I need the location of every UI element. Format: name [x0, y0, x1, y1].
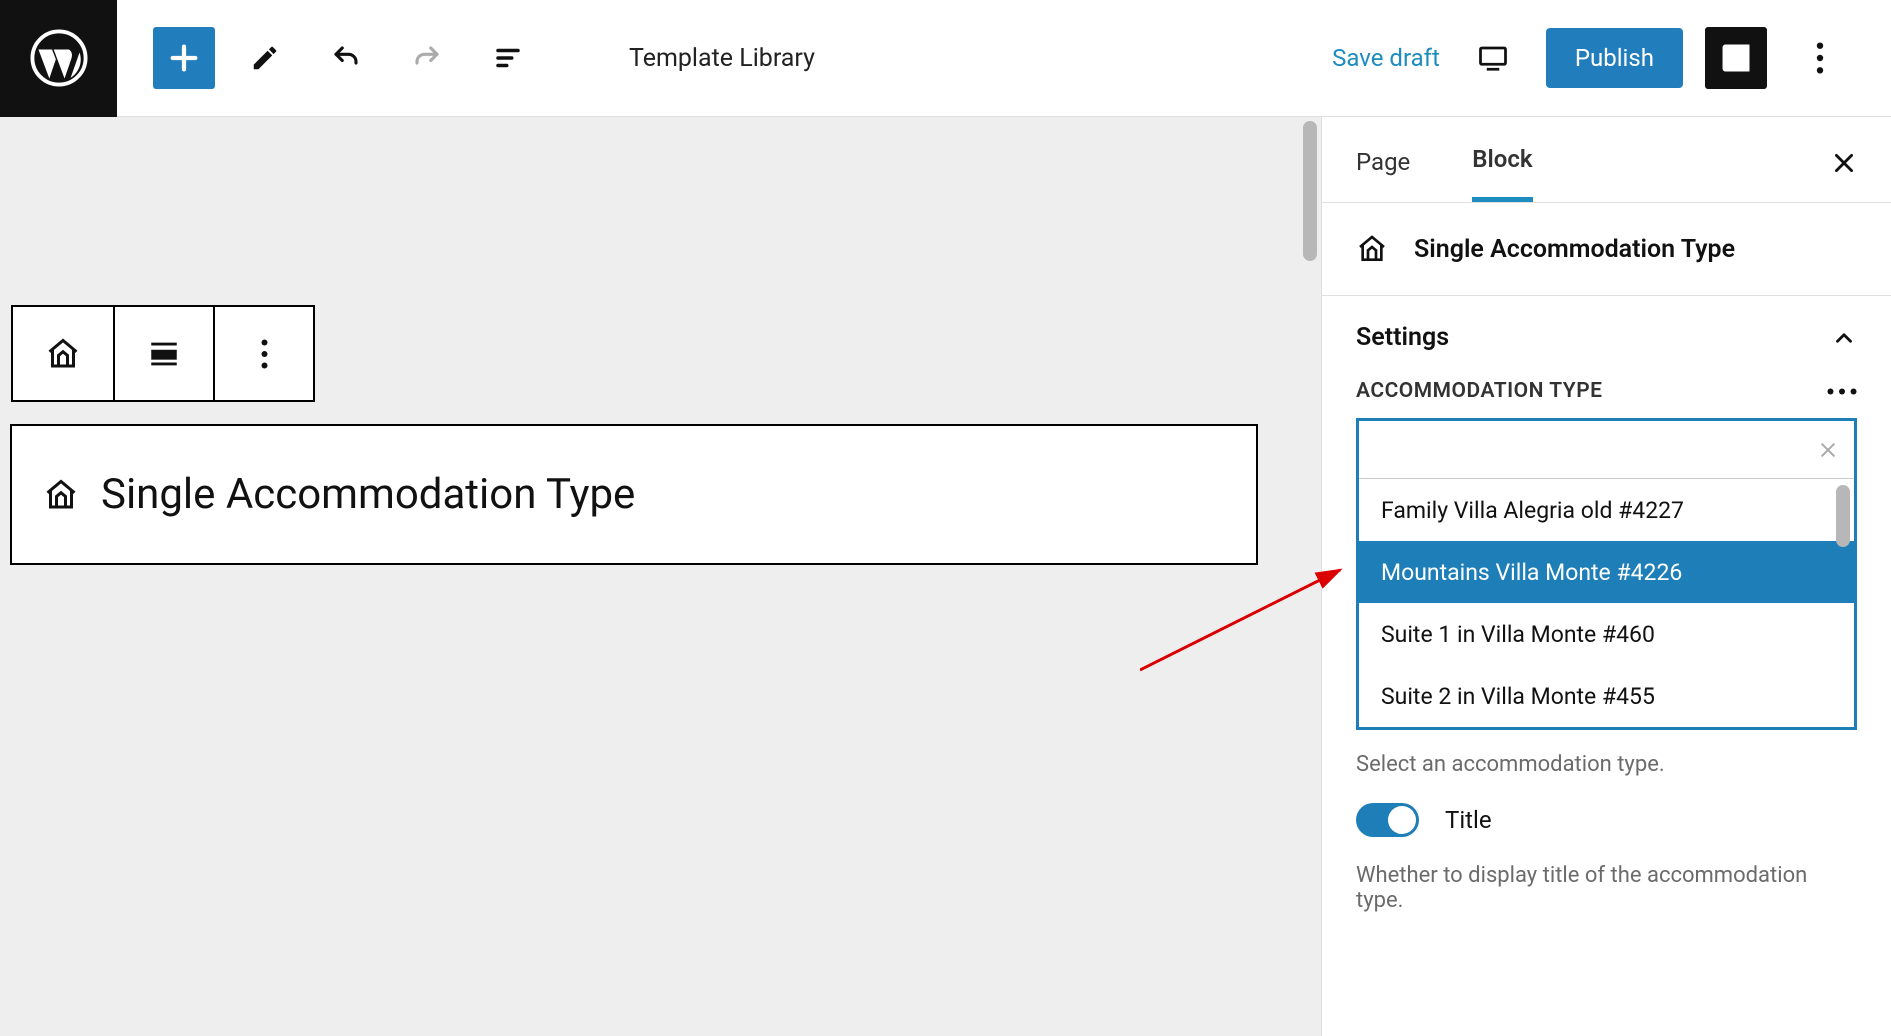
combobox-input-row: [1359, 421, 1854, 479]
block-title: Single Accommodation Type: [101, 470, 635, 519]
template-library-label[interactable]: Template Library: [629, 44, 815, 73]
tab-page[interactable]: Page: [1356, 148, 1410, 200]
accommodation-type-combobox[interactable]: Family Villa Alegria old #4227 Mountains…: [1356, 418, 1857, 730]
title-toggle-label: Title: [1445, 806, 1492, 834]
topbar-left-group: [153, 27, 539, 89]
publish-button[interactable]: Publish: [1546, 28, 1683, 88]
settings-panel-header[interactable]: Settings: [1322, 296, 1891, 379]
tab-block[interactable]: Block: [1472, 145, 1532, 202]
wordpress-logo[interactable]: [0, 0, 117, 117]
combobox-scrollbar[interactable]: [1836, 485, 1850, 547]
sidebar-tabs: Page Block: [1322, 117, 1891, 203]
combobox-help-text: Select an accommodation type.: [1322, 730, 1891, 799]
combobox-option[interactable]: Mountains Villa Monte #4226: [1359, 541, 1854, 603]
accommodation-type-label-row: ACCOMMODATION TYPE: [1322, 379, 1891, 418]
combobox-option[interactable]: Suite 1 in Villa Monte #460: [1359, 603, 1854, 665]
block-identity-title: Single Accommodation Type: [1414, 235, 1735, 264]
preview-button[interactable]: [1462, 27, 1524, 89]
selected-block[interactable]: Single Accommodation Type: [10, 424, 1258, 565]
combobox-clear-button[interactable]: [1818, 440, 1838, 460]
block-align-button[interactable]: [113, 307, 213, 400]
redo-button[interactable]: [396, 27, 458, 89]
settings-label: Settings: [1356, 323, 1449, 352]
save-draft-button[interactable]: Save draft: [1332, 44, 1440, 72]
settings-sidebar-toggle[interactable]: [1705, 27, 1767, 89]
close-sidebar-button[interactable]: [1831, 150, 1857, 198]
home-icon: [1356, 233, 1388, 265]
edit-icon[interactable]: [234, 27, 296, 89]
top-toolbar: Template Library Save draft Publish: [0, 0, 1891, 117]
title-toggle-help: Whether to display title of the accommod…: [1322, 841, 1891, 935]
undo-button[interactable]: [315, 27, 377, 89]
combobox-listbox: Family Villa Alegria old #4227 Mountains…: [1359, 479, 1854, 727]
block-more-button[interactable]: [213, 307, 313, 400]
add-block-button[interactable]: [153, 27, 215, 89]
combobox-option[interactable]: Family Villa Alegria old #4227: [1359, 479, 1854, 541]
title-toggle[interactable]: [1356, 803, 1419, 837]
combobox-option[interactable]: Suite 2 in Villa Monte #455: [1359, 665, 1854, 727]
chevron-up-icon: [1831, 325, 1857, 351]
more-options-button[interactable]: [1789, 27, 1851, 89]
section-more-button[interactable]: [1827, 388, 1857, 395]
block-type-icon[interactable]: [13, 307, 113, 400]
accommodation-type-label: ACCOMMODATION TYPE: [1356, 379, 1603, 403]
editor-canvas[interactable]: Single Accommodation Type: [0, 117, 1321, 1036]
topbar-right-group: Save draft Publish: [1332, 27, 1851, 89]
combobox-input[interactable]: [1375, 437, 1818, 462]
list-view-button[interactable]: [477, 27, 539, 89]
block-toolbar: [11, 305, 315, 402]
settings-sidebar: Page Block Single Accommodation Type Set…: [1321, 117, 1891, 1036]
block-identity: Single Accommodation Type: [1322, 203, 1891, 296]
home-icon: [43, 477, 79, 513]
title-toggle-row: Title: [1322, 799, 1891, 841]
canvas-scrollbar[interactable]: [1299, 117, 1321, 1036]
workspace: Single Accommodation Type Page Block Sin…: [0, 117, 1891, 1036]
